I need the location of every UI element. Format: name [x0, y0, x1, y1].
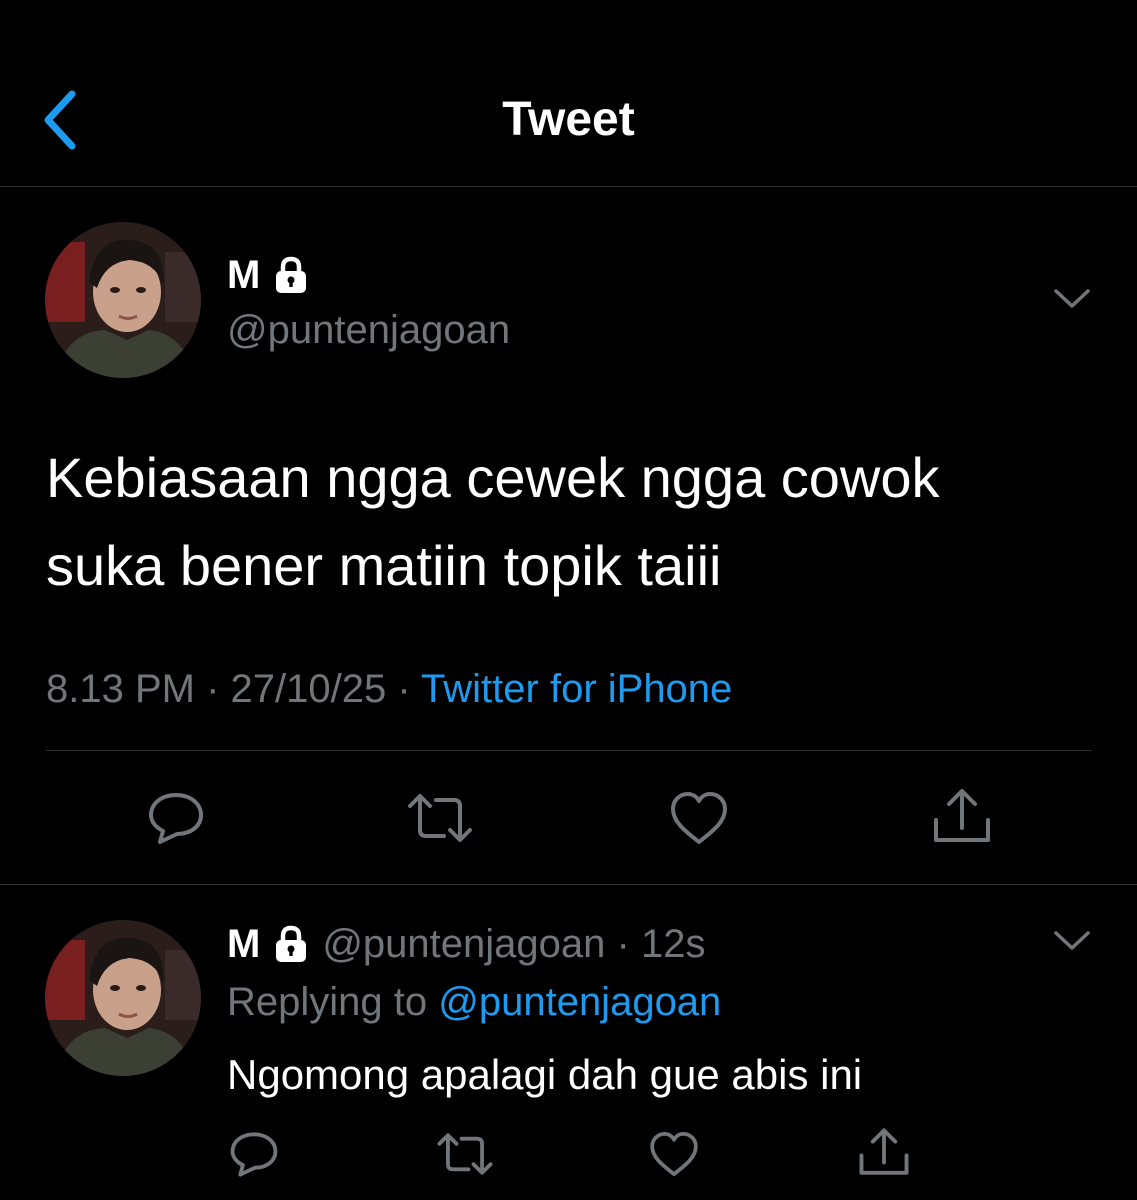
page-title: Tweet	[502, 93, 635, 146]
replying-to: Replying to @puntenjagoan	[227, 976, 721, 1028]
lock-icon	[276, 925, 307, 962]
replying-label: Replying to	[227, 980, 439, 1024]
user-handle[interactable]: @puntenjagoan	[227, 306, 510, 354]
reply-avatar[interactable]	[45, 920, 201, 1076]
retweet-icon	[437, 1133, 493, 1175]
share-icon	[859, 1128, 909, 1175]
share-button[interactable]	[930, 786, 994, 851]
reply-time: 12s	[640, 921, 706, 966]
reply-options-button[interactable]	[1052, 928, 1092, 959]
reply-reply-button[interactable]	[228, 1130, 280, 1183]
lock-icon	[276, 256, 307, 293]
retweet-button[interactable]	[406, 790, 474, 851]
tweet-time: 8.13 PM	[46, 667, 195, 711]
tweet-text-line: suka bener matiin topik taiii	[46, 534, 722, 597]
reply-button[interactable]	[146, 790, 206, 851]
display-name: M	[227, 253, 261, 297]
reply-icon	[149, 793, 203, 844]
reply-like-button[interactable]	[648, 1130, 700, 1183]
reply-text: Ngomong apalagi dah gue abis ini	[227, 1051, 863, 1098]
tweet-author[interactable]: M	[227, 250, 308, 300]
like-icon	[650, 1131, 698, 1177]
tweet-date: 27/10/25	[230, 667, 387, 711]
divider	[0, 884, 1137, 885]
tweet-source-link[interactable]: Twitter for iPhone	[421, 667, 732, 711]
header-bar: Tweet	[0, 0, 1137, 187]
reply-retweet-button[interactable]	[436, 1130, 494, 1183]
reply-handle: @puntenjagoan · 12s	[322, 921, 706, 966]
meta-separator: ·	[386, 667, 422, 711]
retweet-icon	[408, 794, 472, 842]
reply-display-name: M	[227, 922, 261, 966]
divider	[46, 750, 1092, 751]
reply-icon	[230, 1132, 278, 1177]
share-icon	[934, 789, 990, 842]
reply-share-button[interactable]	[856, 1126, 912, 1183]
tweet-text-line: Kebiasaan ngga cewek ngga cowok	[46, 446, 940, 509]
tweet-options-button[interactable]	[1052, 286, 1092, 317]
tweet-text: Kebiasaan ngga cewek ngga cowok suka ben…	[46, 434, 1106, 610]
avatar[interactable]	[45, 222, 201, 378]
meta-separator: ·	[194, 667, 231, 711]
like-button[interactable]	[668, 790, 730, 851]
chevron-down-icon	[1054, 289, 1090, 308]
like-icon	[671, 792, 727, 844]
reply-header[interactable]: M @puntenjagoan · 12s	[227, 918, 705, 970]
chevron-down-icon	[1054, 931, 1090, 950]
tweet-meta: 8.13 PM · 27/10/25 · Twitter for iPhone	[46, 664, 732, 714]
replying-to-link[interactable]: @puntenjagoan	[438, 980, 721, 1024]
